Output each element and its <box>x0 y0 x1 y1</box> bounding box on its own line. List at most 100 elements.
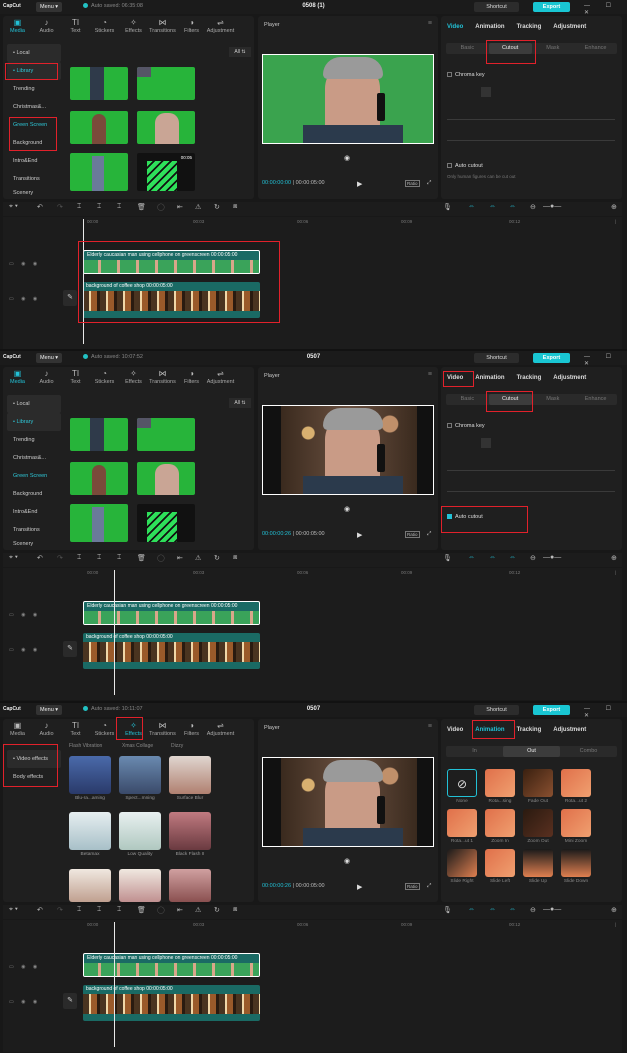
tab-adjustment[interactable]: Adjustment <box>547 367 592 389</box>
tool-audio[interactable]: ♪ Audio <box>32 719 61 743</box>
reverse-icon[interactable]: ⇤ <box>177 906 183 914</box>
preview-axis-icon[interactable]: ⇔ <box>509 554 516 561</box>
category-local[interactable]: • Local <box>7 44 61 62</box>
tool-stickers[interactable]: ◔ Stickers <box>90 367 119 391</box>
link-icon[interactable]: ⇔ <box>489 554 496 561</box>
anim-thumb[interactable] <box>523 769 553 797</box>
tool-effects[interactable]: ✧ Effects <box>119 16 148 40</box>
category-local[interactable]: • Local <box>7 395 61 413</box>
tool-media[interactable]: ▣ Media <box>3 367 32 391</box>
reverse-icon[interactable]: ⇤ <box>177 554 183 562</box>
shadow-slider[interactable] <box>447 491 615 492</box>
tool-stickers[interactable]: ◔ Stickers <box>90 16 119 40</box>
split-right-icon[interactable]: ⌶ <box>117 203 121 211</box>
category-christmas[interactable]: Christmas&... <box>7 449 61 467</box>
select-tool-icon[interactable]: ⌖ ▾ <box>9 203 18 211</box>
category-christmas[interactable]: Christmas&... <box>7 98 61 116</box>
category-trending[interactable]: Trending <box>7 80 61 98</box>
delete-icon[interactable]: 🗑 <box>137 554 146 562</box>
track-controls[interactable]: ▭ ◉ ◉ <box>9 612 40 618</box>
zoom-slider[interactable]: —●— <box>543 203 561 210</box>
filter-all-button[interactable]: All ⇅ <box>229 398 251 408</box>
playhead-dot-icon[interactable]: ◉ <box>344 505 350 513</box>
subtab-basic[interactable]: Basic <box>446 43 489 54</box>
media-thumb[interactable] <box>70 111 128 144</box>
freeze-icon[interactable]: ◯ <box>157 554 165 562</box>
anim-thumb[interactable] <box>485 809 515 837</box>
category-intro-end[interactable]: Intro&End <box>7 152 61 170</box>
subtab-enhance[interactable]: Enhance <box>574 394 617 405</box>
select-tool-icon[interactable]: ⌖ ▾ <box>9 554 18 562</box>
split-right-icon[interactable]: ⌶ <box>117 554 121 562</box>
tool-text[interactable]: TI Text <box>61 719 90 743</box>
magnet-icon[interactable]: ⇔ <box>468 203 475 210</box>
color-picker[interactable] <box>481 438 491 448</box>
magnet-icon[interactable]: ⇔ <box>468 906 475 913</box>
redo-icon[interactable]: ↷ <box>57 906 63 914</box>
anim-none[interactable]: ⊘ <box>447 769 477 797</box>
tool-adjustment[interactable]: ⇌ Adjustment <box>206 719 235 743</box>
mic-icon[interactable]: 🎙 <box>443 906 452 914</box>
subtab-in[interactable]: In <box>446 746 503 757</box>
select-tool-icon[interactable]: ⌖ ▾ <box>9 906 18 914</box>
mic-icon[interactable]: 🎙 <box>443 203 452 211</box>
split-right-icon[interactable]: ⌶ <box>117 906 121 914</box>
tab-animation[interactable]: Animation <box>469 367 510 389</box>
mirror-icon[interactable]: ⚠ <box>195 906 201 914</box>
effect-thumb[interactable] <box>119 869 161 902</box>
player-menu-icon[interactable]: ≡ <box>428 371 432 378</box>
media-thumb[interactable] <box>137 504 195 542</box>
tool-audio[interactable]: ♪ Audio <box>32 16 61 40</box>
redo-icon[interactable]: ↷ <box>57 554 63 562</box>
ratio-button[interactable]: Ratio <box>405 883 420 890</box>
magnet-icon[interactable]: ⇔ <box>468 554 475 561</box>
window-controls[interactable]: — ☐ ✕ <box>584 2 627 16</box>
media-thumb[interactable] <box>70 418 128 451</box>
anim-thumb[interactable] <box>523 809 553 837</box>
window-controls[interactable]: — ☐ ✕ <box>584 353 627 367</box>
tool-transitions[interactable]: ⋈ Transitions <box>148 719 177 743</box>
tool-text[interactable]: TI Text <box>61 367 90 391</box>
auto-cutout-toggle[interactable]: Auto cutout <box>447 163 483 169</box>
player-preview[interactable] <box>262 405 434 495</box>
tab-tracking[interactable]: Tracking <box>511 367 548 389</box>
category-library[interactable]: • Library <box>7 413 61 431</box>
export-button[interactable]: Export <box>533 705 570 715</box>
intensity-slider[interactable] <box>447 470 615 471</box>
tool-media[interactable]: ▣ Media <box>3 16 32 40</box>
tab-adjustment[interactable]: Adjustment <box>547 719 592 741</box>
undo-icon[interactable]: ↶ <box>37 203 43 211</box>
effect-thumb[interactable] <box>169 869 211 902</box>
edit-cover-button[interactable]: ✎ <box>63 641 77 657</box>
redo-icon[interactable]: ↷ <box>57 203 63 211</box>
track-controls[interactable]: ▭ ◉ ◉ <box>9 296 40 302</box>
reverse-icon[interactable]: ⇤ <box>177 203 183 211</box>
anim-thumb[interactable] <box>561 809 591 837</box>
zoom-out-icon[interactable]: ⊖ <box>530 906 536 914</box>
tab-tracking[interactable]: Tracking <box>511 719 548 741</box>
category-trending[interactable]: Trending <box>7 431 61 449</box>
shortcut-button[interactable]: Shortcut <box>474 2 519 12</box>
category-intro-end[interactable]: Intro&End <box>7 503 61 521</box>
split-left-icon[interactable]: ⌶ <box>97 906 101 914</box>
clip-greenscreen[interactable]: Elderly caucasian man using cellphone on… <box>83 601 260 625</box>
export-button[interactable]: Export <box>533 2 570 12</box>
media-thumb[interactable] <box>137 418 195 451</box>
edit-cover-button[interactable]: ✎ <box>63 290 77 306</box>
mirror-icon[interactable]: ⚠ <box>195 554 201 562</box>
track-controls[interactable]: ▭ ◉ ◉ <box>9 999 40 1005</box>
tool-media[interactable]: ▣ Media <box>3 719 32 743</box>
fullscreen-icon[interactable]: ⤢ <box>427 180 431 187</box>
subtab-mask[interactable]: Mask <box>532 394 575 405</box>
play-icon[interactable]: ▶ <box>357 883 362 891</box>
media-thumb[interactable]: 00:05 <box>137 153 195 191</box>
category-scenery[interactable]: Scenery <box>7 188 61 198</box>
shortcut-button[interactable]: Shortcut <box>474 353 519 363</box>
track-controls[interactable]: ▭ ◉ ◉ <box>9 261 40 267</box>
media-thumb[interactable] <box>137 67 195 100</box>
playhead-dot-icon[interactable]: ◉ <box>344 857 350 865</box>
player-menu-icon[interactable]: ≡ <box>428 723 432 730</box>
player-preview[interactable] <box>262 757 434 847</box>
split-left-icon[interactable]: ⌶ <box>97 203 101 211</box>
effect-thumb[interactable] <box>69 756 111 794</box>
